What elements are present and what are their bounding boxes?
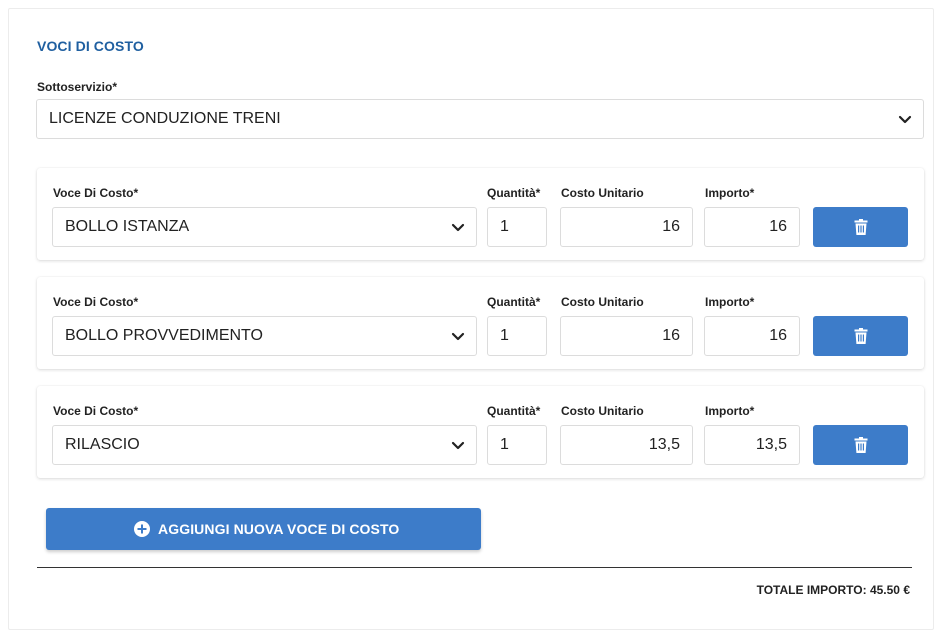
- sottoservizio-value: LICENZE CONDUZIONE TRENI: [49, 110, 281, 127]
- delete-row-button[interactable]: [813, 316, 908, 356]
- trash-icon: [854, 437, 867, 453]
- voce-value: BOLLO PROVVEDIMENTO: [65, 327, 263, 344]
- costo-unitario-input[interactable]: 16: [560, 207, 693, 247]
- chevron-down-icon: [451, 223, 465, 232]
- quantita-input[interactable]: 1: [487, 425, 547, 465]
- sottoservizio-label-text: Sottoservizio: [37, 80, 113, 94]
- costo-unitario-label: Costo Unitario: [561, 295, 644, 309]
- costo-unitario-input[interactable]: 13,5: [560, 425, 693, 465]
- importo-input[interactable]: 16: [704, 207, 800, 247]
- costo-unitario-label: Costo Unitario: [561, 404, 644, 418]
- importo-value: 16: [769, 218, 787, 235]
- importo-value: 13,5: [755, 436, 787, 453]
- add-cost-item-label: AGGIUNGI NUOVA VOCE DI COSTO: [158, 521, 400, 537]
- importo-input[interactable]: 16: [704, 316, 800, 356]
- costo-unitario-value: 13,5: [648, 436, 680, 453]
- costo-unitario-label: Costo Unitario: [561, 186, 644, 200]
- voce-value: RILASCIO: [65, 436, 140, 453]
- voce-select[interactable]: RILASCIO: [52, 425, 477, 465]
- sottoservizio-label: Sottoservizio*: [37, 80, 117, 94]
- voce-label: Voce Di Costo*: [53, 295, 139, 309]
- quantita-value: 1: [500, 218, 509, 235]
- section-title: VOCI DI COSTO: [37, 38, 144, 54]
- costo-unitario-value: 16: [662, 327, 680, 344]
- chevron-down-icon: [898, 115, 912, 124]
- quantita-label: Quantità*: [487, 295, 541, 309]
- quantita-label: Quantità*: [487, 186, 541, 200]
- importo-label: Importo*: [705, 186, 755, 200]
- delete-row-button[interactable]: [813, 425, 908, 465]
- costo-unitario-input[interactable]: 16: [560, 316, 693, 356]
- voce-select[interactable]: BOLLO PROVVEDIMENTO: [52, 316, 477, 356]
- divider: [37, 567, 912, 568]
- quantita-input[interactable]: 1: [487, 316, 547, 356]
- costo-unitario-value: 16: [662, 218, 680, 235]
- total-amount: TOTALE IMPORTO: 45.50 €: [757, 583, 910, 597]
- add-cost-item-button[interactable]: AGGIUNGI NUOVA VOCE DI COSTO: [46, 508, 481, 550]
- voce-label: Voce Di Costo*: [53, 186, 139, 200]
- importo-value: 16: [769, 327, 787, 344]
- importo-label: Importo*: [705, 404, 755, 418]
- voce-label: Voce Di Costo*: [53, 404, 139, 418]
- total-value: 45.50 €: [869, 583, 910, 597]
- trash-icon: [854, 219, 867, 235]
- trash-icon: [854, 328, 867, 344]
- voce-select[interactable]: BOLLO ISTANZA: [52, 207, 477, 247]
- voce-value: BOLLO ISTANZA: [65, 218, 190, 235]
- sottoservizio-select[interactable]: LICENZE CONDUZIONE TRENI: [36, 99, 924, 139]
- quantita-label: Quantità*: [487, 404, 541, 418]
- quantita-input[interactable]: 1: [487, 207, 547, 247]
- importo-input[interactable]: 13,5: [704, 425, 800, 465]
- importo-label: Importo*: [705, 295, 755, 309]
- chevron-down-icon: [451, 441, 465, 450]
- quantita-value: 1: [500, 327, 509, 344]
- total-label: TOTALE IMPORTO:: [756, 583, 867, 597]
- chevron-down-icon: [451, 332, 465, 341]
- plus-circle-icon: [134, 521, 150, 537]
- required-mark: *: [112, 80, 118, 94]
- quantita-value: 1: [500, 436, 509, 453]
- delete-row-button[interactable]: [813, 207, 908, 247]
